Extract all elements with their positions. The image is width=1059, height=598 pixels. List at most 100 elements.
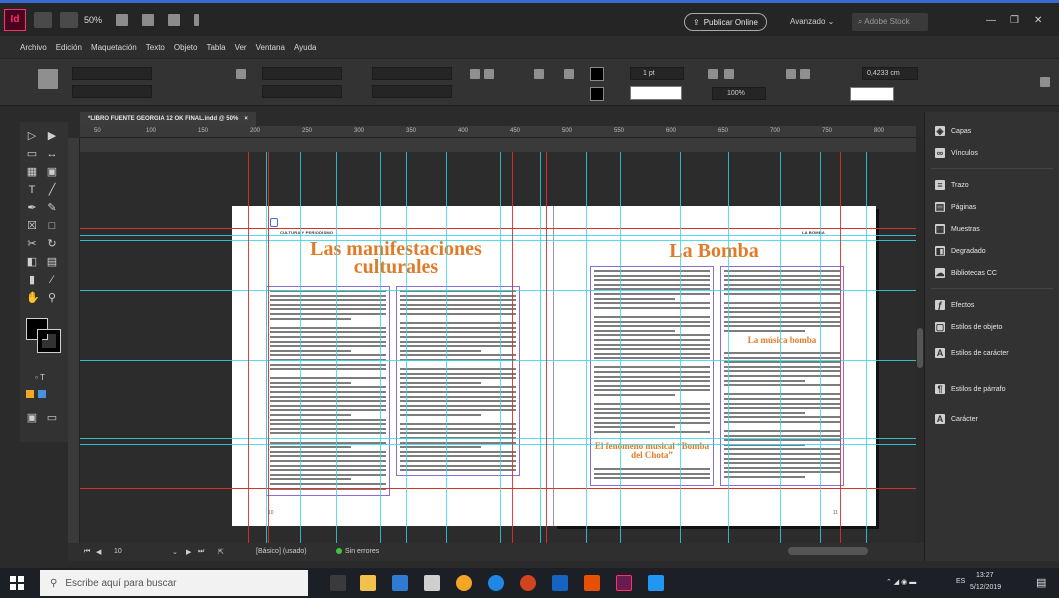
preflight-status[interactable]: Sin errores	[336, 548, 379, 555]
column-guide[interactable]	[586, 152, 587, 543]
firefox-icon[interactable]	[520, 575, 536, 591]
stock-button[interactable]	[60, 11, 78, 28]
flip-icon[interactable]	[534, 69, 544, 79]
column-guide[interactable]	[336, 152, 337, 543]
column-guide[interactable]	[728, 152, 729, 543]
gap-tool-icon[interactable]: ↔	[46, 148, 58, 160]
menu-texto[interactable]: Texto	[146, 43, 165, 52]
tray-icons[interactable]: ⌃ ◢ ◉ ▬	[886, 578, 916, 586]
horizontal-ruler[interactable]: 50 100 150 200 250 300 350 400 450 500 5…	[80, 126, 916, 138]
open-page-icon[interactable]: ⇱	[218, 548, 224, 556]
apply-color-icon[interactable]	[26, 390, 34, 398]
panel-muestras[interactable]: ▦ Muestras	[935, 224, 980, 234]
ruler-guide[interactable]	[80, 444, 916, 445]
illustrator-icon[interactable]	[584, 575, 600, 591]
gradient-swatch-tool-icon[interactable]: ◧	[26, 256, 38, 268]
content-placer-icon[interactable]: ▣	[46, 166, 58, 178]
y-position-field[interactable]	[72, 85, 152, 98]
notifications-icon[interactable]: ▤	[1036, 576, 1046, 589]
page-select-icon[interactable]: ⌄	[172, 548, 178, 556]
apply-gradient-icon[interactable]	[38, 390, 46, 398]
maximize-button[interactable]: ❐	[1010, 15, 1019, 26]
free-transform-tool-icon[interactable]: ↻	[46, 238, 58, 250]
photoshop-icon[interactable]	[552, 575, 568, 591]
menu-tabla[interactable]: Tabla	[206, 43, 225, 52]
panel-capas[interactable]: ◈ Capas	[935, 126, 971, 136]
selection-tool-icon[interactable]: ▷	[26, 130, 38, 142]
column-guide[interactable]	[380, 152, 381, 543]
menu-ver[interactable]: Ver	[235, 43, 247, 52]
edge-icon[interactable]	[488, 575, 504, 591]
column-guide[interactable]	[446, 152, 447, 543]
store-icon[interactable]	[392, 575, 408, 591]
panel-efectos[interactable]: ƒ Efectos	[935, 300, 974, 310]
rotate-cw-icon[interactable]	[470, 69, 480, 79]
search-app-icon[interactable]	[456, 575, 472, 591]
stroke-color-box[interactable]	[37, 329, 61, 353]
next-page-icon[interactable]: ▶	[186, 548, 191, 556]
workspace-select[interactable]: Avanzado ⌄	[790, 17, 834, 26]
panel-estilos-parrafo[interactable]: ¶ Estilos de párrafo	[935, 384, 1005, 394]
gpu-icon[interactable]	[194, 13, 200, 26]
menu-objeto[interactable]: Objeto	[174, 43, 198, 52]
page-tool-icon[interactable]: ▭	[26, 148, 38, 160]
text-wrap-icon[interactable]	[786, 69, 796, 79]
column-guide[interactable]	[866, 152, 867, 543]
minimize-button[interactable]: —	[986, 15, 996, 26]
fit-content-icon[interactable]	[724, 69, 734, 79]
stroke-weight-field[interactable]: 1 pt	[630, 67, 684, 80]
hand-tool-icon[interactable]: ✋	[26, 292, 40, 304]
prev-page-icon[interactable]: ◀	[96, 548, 101, 556]
panel-degradado[interactable]: ◧ Degradado	[935, 246, 986, 256]
file-explorer-icon[interactable]	[360, 575, 376, 591]
direct-selection-tool-icon[interactable]: ▶	[46, 130, 58, 142]
clock-date[interactable]: 5/12/2019	[970, 584, 1001, 591]
ruler-guide[interactable]	[80, 240, 916, 241]
close-button[interactable]: ✕	[1034, 15, 1042, 26]
panel-bibliotecas[interactable]: ☁ Bibliotecas CC	[935, 268, 997, 278]
menu-edicion[interactable]: Edición	[56, 43, 82, 52]
page-style[interactable]: [Básico] (usado)	[256, 548, 307, 555]
note-tool-icon[interactable]: ▮	[26, 274, 38, 286]
windows-start-icon[interactable]	[10, 576, 24, 590]
bridge-button[interactable]	[34, 11, 52, 28]
column-guide[interactable]	[406, 152, 407, 543]
content-collector-icon[interactable]: ▦	[26, 166, 38, 178]
reference-point-icon[interactable]	[38, 69, 58, 89]
column-guide[interactable]	[680, 152, 681, 543]
panel-menu-icon[interactable]	[1040, 77, 1050, 87]
screen-mode-icon[interactable]: ▭	[46, 412, 58, 424]
mail-icon[interactable]	[424, 575, 440, 591]
clock-time[interactable]: 13:27	[976, 572, 994, 579]
task-view-icon[interactable]	[330, 575, 346, 591]
formatting-container-icon[interactable]: ▫ T	[34, 372, 46, 384]
column-guide[interactable]	[300, 152, 301, 543]
line-tool-icon[interactable]: ╱	[46, 184, 58, 196]
scrollbar-thumb[interactable]	[917, 328, 923, 368]
height-field[interactable]	[262, 85, 342, 98]
eyedropper-tool-icon[interactable]: ⁄	[46, 274, 58, 286]
corner-shape-select[interactable]	[850, 87, 894, 101]
type-tool-icon[interactable]: T	[26, 184, 38, 196]
vertical-ruler[interactable]	[68, 138, 80, 543]
column-guide[interactable]	[540, 152, 541, 543]
panel-vinculos[interactable]: ∞ Vínculos	[935, 148, 978, 158]
rectangle-tool-icon[interactable]: □	[46, 220, 58, 232]
panel-estilos-objeto[interactable]: ▢ Estilos de objeto	[935, 322, 1002, 332]
teams-icon[interactable]	[648, 575, 664, 591]
menu-archivo[interactable]: Archivo	[20, 43, 47, 52]
gradient-feather-tool-icon[interactable]: ▤	[46, 256, 58, 268]
page-left[interactable]: CULTURA Y PERIODISMO Las manifestaciones…	[232, 206, 554, 526]
arrange-documents-icon[interactable]	[168, 13, 181, 26]
panel-estilos-caracter[interactable]: A Estilos de carácter	[935, 348, 1009, 358]
menu-ventana[interactable]: Ventana	[256, 43, 285, 52]
view-options-icon[interactable]	[116, 13, 129, 26]
corner-size-field[interactable]: 0,4233 cm	[862, 67, 918, 80]
column-guide[interactable]	[820, 152, 821, 543]
rotate-ccw-icon[interactable]	[484, 69, 494, 79]
scissors-tool-icon[interactable]: ✂	[26, 238, 38, 250]
ruler-guide[interactable]	[80, 290, 916, 291]
document-tab[interactable]: *LIBRO FUENTE GEORGIA 12 OK FINAL.indd @…	[80, 112, 256, 126]
zoom-tool-icon[interactable]: ⚲	[46, 292, 58, 304]
constrain-proportions-icon[interactable]	[236, 69, 246, 79]
